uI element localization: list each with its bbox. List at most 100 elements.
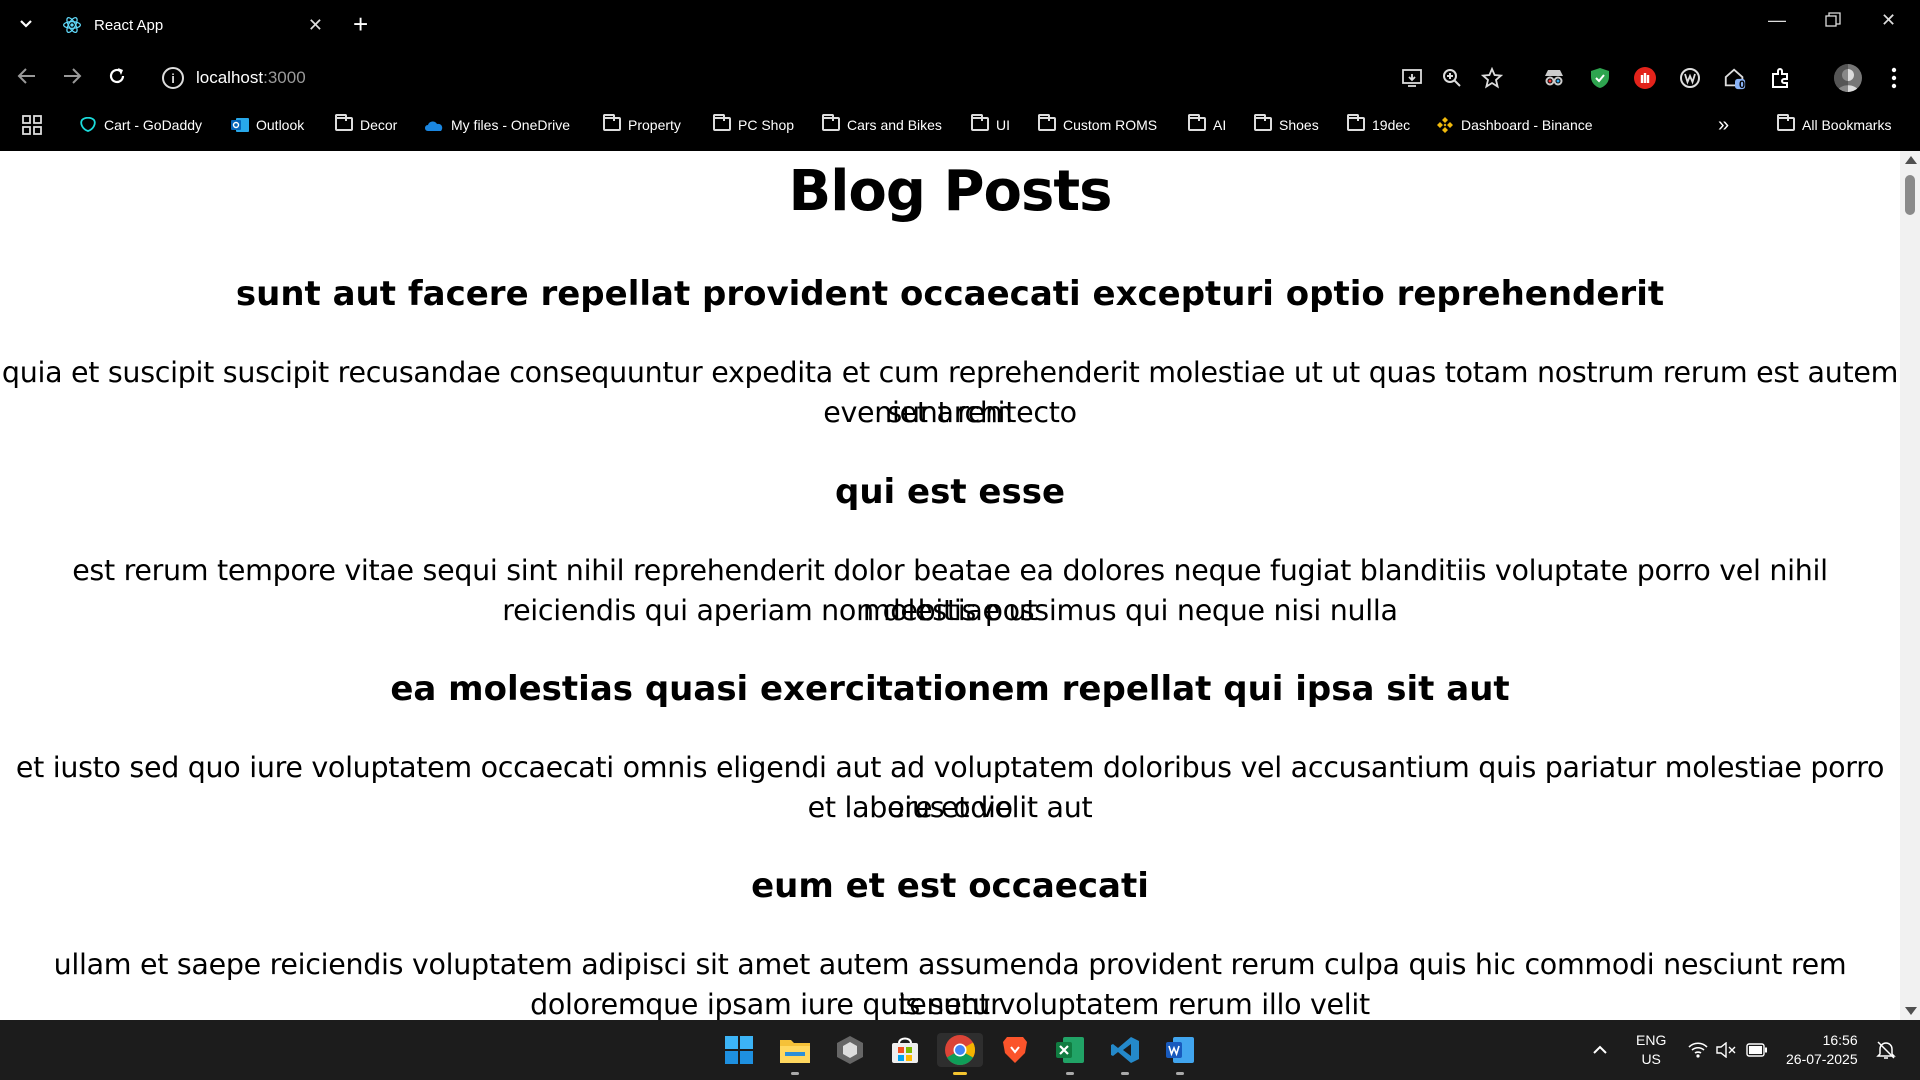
folder-icon <box>1777 114 1795 131</box>
vscode-icon[interactable] <box>1108 1033 1142 1075</box>
clock[interactable]: 16:56 26-07-2025 <box>1786 1020 1858 1080</box>
folder-icon <box>713 114 731 131</box>
folder-icon <box>335 114 353 131</box>
tab-strip: React App ✕ + — ✕ <box>0 0 1920 50</box>
bookmark-9[interactable]: AI <box>1188 112 1226 138</box>
clock-time: 16:56 <box>1822 1032 1858 1048</box>
restore-icon[interactable] <box>1825 12 1841 33</box>
post-body-line: et labore et velit aut <box>807 791 1093 824</box>
scrollbar-thumb[interactable] <box>1905 175 1915 215</box>
windows-start-icon[interactable] <box>722 1033 756 1067</box>
post-body-line: doloremque ipsam iure quis sunt voluptat… <box>530 988 1370 1020</box>
close-tab-icon[interactable]: ✕ <box>308 15 323 36</box>
scroll-up-arrow-icon[interactable] <box>1905 156 1917 164</box>
brave-icon[interactable] <box>998 1033 1032 1067</box>
bookmark-label: Custom ROMS <box>1063 117 1158 133</box>
unity-icon[interactable] <box>833 1033 867 1067</box>
bookmark-4[interactable]: Property <box>603 112 681 138</box>
bookmark-5[interactable]: PC Shop <box>713 112 794 138</box>
shield-extension-icon[interactable] <box>1588 66 1612 90</box>
bookmark-label: Dashboard - Binance <box>1461 117 1593 133</box>
page-title: Blog Posts <box>788 159 1113 224</box>
bookmark-label: Shoes <box>1279 117 1319 133</box>
chrome-icon[interactable] <box>937 1033 983 1075</box>
notification-bell-icon[interactable] <box>1876 1020 1896 1080</box>
bookmark-3[interactable]: My files - OneDrive <box>424 112 570 138</box>
bookmark-10[interactable]: Shoes <box>1254 112 1319 138</box>
excel-icon[interactable] <box>1053 1033 1087 1075</box>
word-icon[interactable] <box>1163 1033 1197 1075</box>
extension-badge-count: 0 <box>1739 79 1746 91</box>
running-indicator <box>1176 1072 1184 1075</box>
address-port: :3000 <box>263 68 306 87</box>
bookmark-star-icon[interactable] <box>1480 66 1504 90</box>
wifi-icon[interactable] <box>1688 1020 1708 1080</box>
tab-search-chevron-icon[interactable] <box>14 12 38 36</box>
language-label: ENG <box>1636 1032 1667 1048</box>
running-indicator <box>1121 1072 1129 1075</box>
bookmark-2[interactable]: Decor <box>335 112 397 138</box>
bookmark-label: AI <box>1213 117 1227 133</box>
bookmark-12[interactable]: Dashboard - Binance <box>1436 112 1593 138</box>
bookmark-label: Cars and Bikes <box>847 117 942 133</box>
home-extension-icon[interactable]: 0 <box>1723 66 1747 91</box>
bookmark-1[interactable]: Outlook <box>231 112 304 138</box>
bookmark-label: Decor <box>360 117 398 133</box>
browser-chrome: React App ✕ + — ✕ i localhost:3000 0 Ca… <box>0 0 1920 151</box>
microsoft-store-icon[interactable] <box>888 1033 922 1067</box>
bookmark-11[interactable]: 19dec <box>1347 112 1410 138</box>
bookmark-7[interactable]: UI <box>971 112 1010 138</box>
close-window-icon[interactable]: ✕ <box>1881 10 1896 31</box>
incognito-extension-icon[interactable] <box>1542 66 1566 90</box>
folder-icon <box>822 114 840 131</box>
tab-title: React App <box>94 16 164 34</box>
bookmark-label: My files - OneDrive <box>451 117 571 133</box>
all-bookmarks[interactable]: All Bookmarks <box>1777 112 1891 138</box>
volume-muted-icon[interactable] <box>1716 1020 1736 1080</box>
profile-avatar[interactable] <box>1834 64 1862 92</box>
back-icon[interactable] <box>16 65 38 93</box>
bookmarks-bar: Cart - GoDaddy Outlook Decor My files - … <box>0 110 1920 140</box>
address-host: localhost <box>196 68 264 87</box>
bookmark-6[interactable]: Cars and Bikes <box>822 112 942 138</box>
show-hidden-icons-chevron-icon[interactable] <box>1592 1020 1608 1080</box>
bookmark-0[interactable]: Cart - GoDaddy <box>79 112 202 138</box>
running-indicator <box>1066 1072 1074 1075</box>
running-indicator <box>791 1072 799 1075</box>
post-body-line: eveniet architecto <box>823 396 1077 429</box>
minimize-icon[interactable]: — <box>1768 10 1786 31</box>
post-body-line: reiciendis qui aperiam non debitis possi… <box>502 594 1398 627</box>
folder-icon <box>971 114 989 131</box>
vertical-scrollbar[interactable] <box>1900 151 1920 1020</box>
post-title: ea molestias quasi exercitationem repell… <box>390 669 1510 709</box>
all-bookmarks-label: All Bookmarks <box>1802 117 1892 133</box>
folder-icon <box>1038 114 1056 131</box>
folder-icon <box>1254 114 1272 131</box>
apps-grid-icon[interactable] <box>22 112 42 138</box>
battery-icon[interactable] <box>1746 1020 1768 1080</box>
bookmark-8[interactable]: Custom ROMS <box>1038 112 1157 138</box>
reload-icon[interactable] <box>106 65 128 93</box>
site-info-icon[interactable]: i <box>162 67 184 89</box>
toolbar: i localhost:3000 0 <box>0 57 1920 99</box>
bookmark-label: UI <box>996 117 1010 133</box>
new-tab-icon[interactable]: + <box>353 10 368 38</box>
more-bookmarks-icon[interactable]: » <box>1718 112 1729 138</box>
menu-kebab-icon[interactable] <box>1882 66 1906 90</box>
forward-icon[interactable] <box>61 65 83 93</box>
address-bar[interactable]: i localhost:3000 <box>148 59 1378 97</box>
taskbar: ENG US 16:56 26-07-2025 <box>0 1020 1920 1080</box>
post-title: qui est esse <box>834 472 1065 512</box>
tab-react-app[interactable]: React App ✕ <box>52 8 335 42</box>
folder-icon <box>603 114 621 131</box>
wappalyzer-extension-icon[interactable] <box>1678 66 1702 90</box>
onedrive-icon <box>425 121 443 131</box>
adblock-extension-icon[interactable] <box>1633 66 1657 90</box>
file-explorer-icon[interactable] <box>778 1033 812 1075</box>
install-app-icon[interactable] <box>1400 66 1424 90</box>
scroll-down-arrow-icon[interactable] <box>1905 1007 1917 1015</box>
extensions-puzzle-icon[interactable] <box>1769 66 1793 90</box>
page-content: Blog Posts sunt aut facere repellat prov… <box>0 151 1900 1020</box>
language-indicator[interactable]: ENG US <box>1636 1020 1666 1080</box>
zoom-icon[interactable] <box>1440 66 1464 90</box>
